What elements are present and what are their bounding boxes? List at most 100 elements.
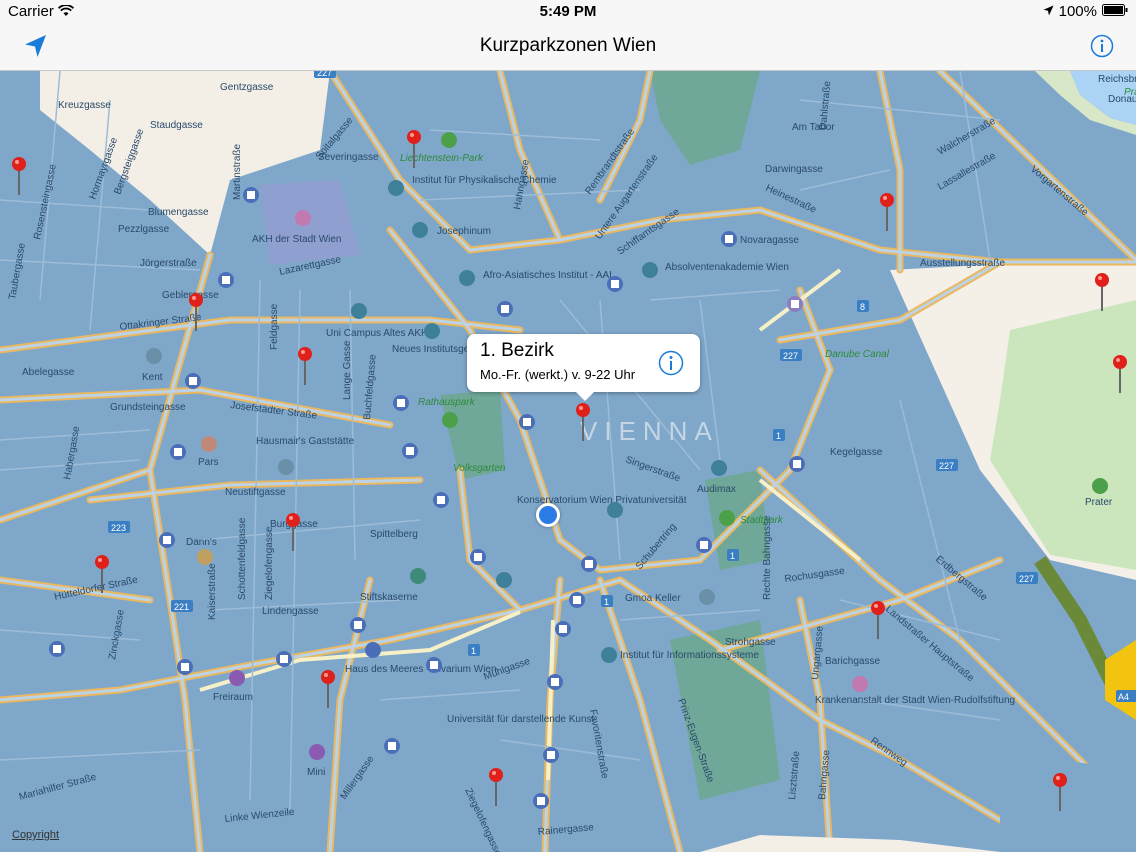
street-label: Mini — [307, 767, 325, 778]
street-label: Kaiserstraße — [207, 563, 218, 620]
map-view[interactable]: VIENNA Gentzgasse Kreuzgasse Staudgasse … — [0, 71, 1136, 852]
route-badge: 1 — [604, 597, 609, 607]
tram-icon — [384, 738, 400, 754]
street-label: Pars — [198, 457, 219, 468]
copyright-link[interactable]: Copyright — [12, 829, 59, 841]
tram-icon — [218, 272, 234, 288]
tram-icon — [543, 747, 559, 763]
info-icon[interactable] — [1090, 34, 1114, 58]
tram-icon — [497, 301, 513, 317]
school-icon — [711, 460, 727, 476]
route-badge: 223 — [111, 523, 126, 533]
parking-pin[interactable] — [406, 130, 422, 170]
map-canvas[interactable]: VIENNA Gentzgasse Kreuzgasse Staudgasse … — [0, 71, 1136, 852]
tram-icon — [581, 556, 597, 572]
info-icon[interactable] — [658, 350, 684, 376]
street-label: Ausstellungsstraße — [920, 258, 1005, 269]
school-icon — [351, 303, 367, 319]
restaurant-icon — [146, 348, 162, 364]
street-label: Afro-Asiatisches Institut - AAI — [483, 270, 612, 281]
callout-title: 1. Bezirk — [480, 340, 554, 361]
tram-icon — [533, 793, 549, 809]
battery-icon — [1102, 3, 1128, 20]
route-badge: 227 — [783, 351, 798, 361]
pin-callout[interactable]: 1. Bezirk Mo.-Fr. (werkt.) v. 9-22 Uhr — [467, 334, 700, 401]
street-label: Dann's — [186, 537, 217, 548]
street-label: Novaragasse — [740, 235, 799, 246]
parking-pin[interactable] — [94, 555, 110, 595]
restaurant-icon — [278, 459, 294, 475]
street-label: Grundsteingasse — [110, 402, 186, 413]
school-icon — [412, 222, 428, 238]
route-badge: 221 — [174, 602, 189, 612]
route-badge: 227 — [317, 71, 332, 78]
route-badge: 1 — [776, 431, 781, 441]
street-label: Universität für darstellende Kunst — [447, 714, 595, 725]
tram-icon — [433, 492, 449, 508]
parking-pin[interactable] — [879, 193, 895, 233]
status-time: 5:49 PM — [539, 3, 597, 20]
tram-icon — [721, 231, 737, 247]
street-label: Spittelberg — [370, 529, 418, 540]
parking-pin-selected[interactable] — [575, 403, 591, 443]
tree-icon — [442, 412, 458, 428]
parking-pin[interactable] — [488, 768, 504, 808]
street-label: Feldgasse — [269, 303, 280, 350]
parking-pin[interactable] — [1112, 355, 1128, 395]
parking-pin[interactable] — [320, 670, 336, 710]
tram-icon — [519, 414, 535, 430]
street-label: Audimax — [697, 484, 736, 495]
street-label: AKH der Stadt Wien — [252, 234, 341, 245]
street-label: Danube Canal — [825, 349, 890, 360]
parking-pin[interactable] — [297, 347, 313, 387]
tram-icon — [787, 296, 803, 312]
street-label: Martinstraße — [232, 143, 243, 200]
street-label: Institut für Physikalische Chemie — [412, 175, 557, 186]
school-icon — [388, 180, 404, 196]
tram-icon — [426, 657, 442, 673]
route-badge: 1 — [730, 551, 735, 561]
school-icon — [642, 262, 658, 278]
street-label: Blumengasse — [148, 207, 209, 218]
parking-pin[interactable] — [11, 157, 27, 197]
street-label: Schottenfeldgasse — [237, 517, 248, 600]
route-badge: 227 — [939, 461, 954, 471]
street-label: Barichgasse — [825, 656, 880, 667]
school-icon — [601, 647, 617, 663]
parking-pin[interactable] — [870, 601, 886, 641]
tram-icon — [177, 659, 193, 675]
restaurant-icon — [699, 589, 715, 605]
street-label: Pezzlgasse — [118, 224, 170, 235]
park-label: Stadtpark — [740, 515, 784, 526]
street-label: Freiraum — [213, 692, 253, 703]
street-label: Strohgasse — [725, 637, 776, 648]
tram-icon — [547, 674, 563, 690]
tram-icon — [49, 641, 65, 657]
street-label: Jörgerstraße — [140, 258, 197, 269]
restaurant-icon — [201, 436, 217, 452]
park-label: Prater — [1124, 87, 1136, 98]
street-label: Uni Campus Altes AKH — [326, 328, 428, 339]
parking-pin[interactable] — [1052, 773, 1068, 813]
location-services-icon — [1043, 3, 1054, 20]
route-badge: 1 — [471, 646, 476, 656]
bar-icon — [309, 744, 325, 760]
route-badge: 227 — [1019, 574, 1034, 584]
street-label: Lindengasse — [262, 606, 319, 617]
area-bottom-right — [1000, 760, 1136, 852]
school-icon — [424, 323, 440, 339]
school-icon — [459, 270, 475, 286]
parking-pin[interactable] — [188, 293, 204, 333]
parking-pin[interactable] — [1094, 273, 1110, 313]
street-label: Reichsbrücke — [1098, 74, 1136, 85]
status-right: 100% — [1043, 3, 1128, 20]
tram-icon — [607, 276, 623, 292]
street-label: Severingasse — [318, 152, 379, 163]
street-label: Kegelgasse — [830, 447, 883, 458]
parking-pin[interactable] — [285, 513, 301, 553]
street-label: Stiftskaserne — [360, 592, 418, 603]
tram-icon — [470, 549, 486, 565]
city-label: VIENNA — [580, 416, 719, 446]
school-icon — [607, 502, 623, 518]
street-label: Ziegelofengasse — [264, 526, 275, 600]
